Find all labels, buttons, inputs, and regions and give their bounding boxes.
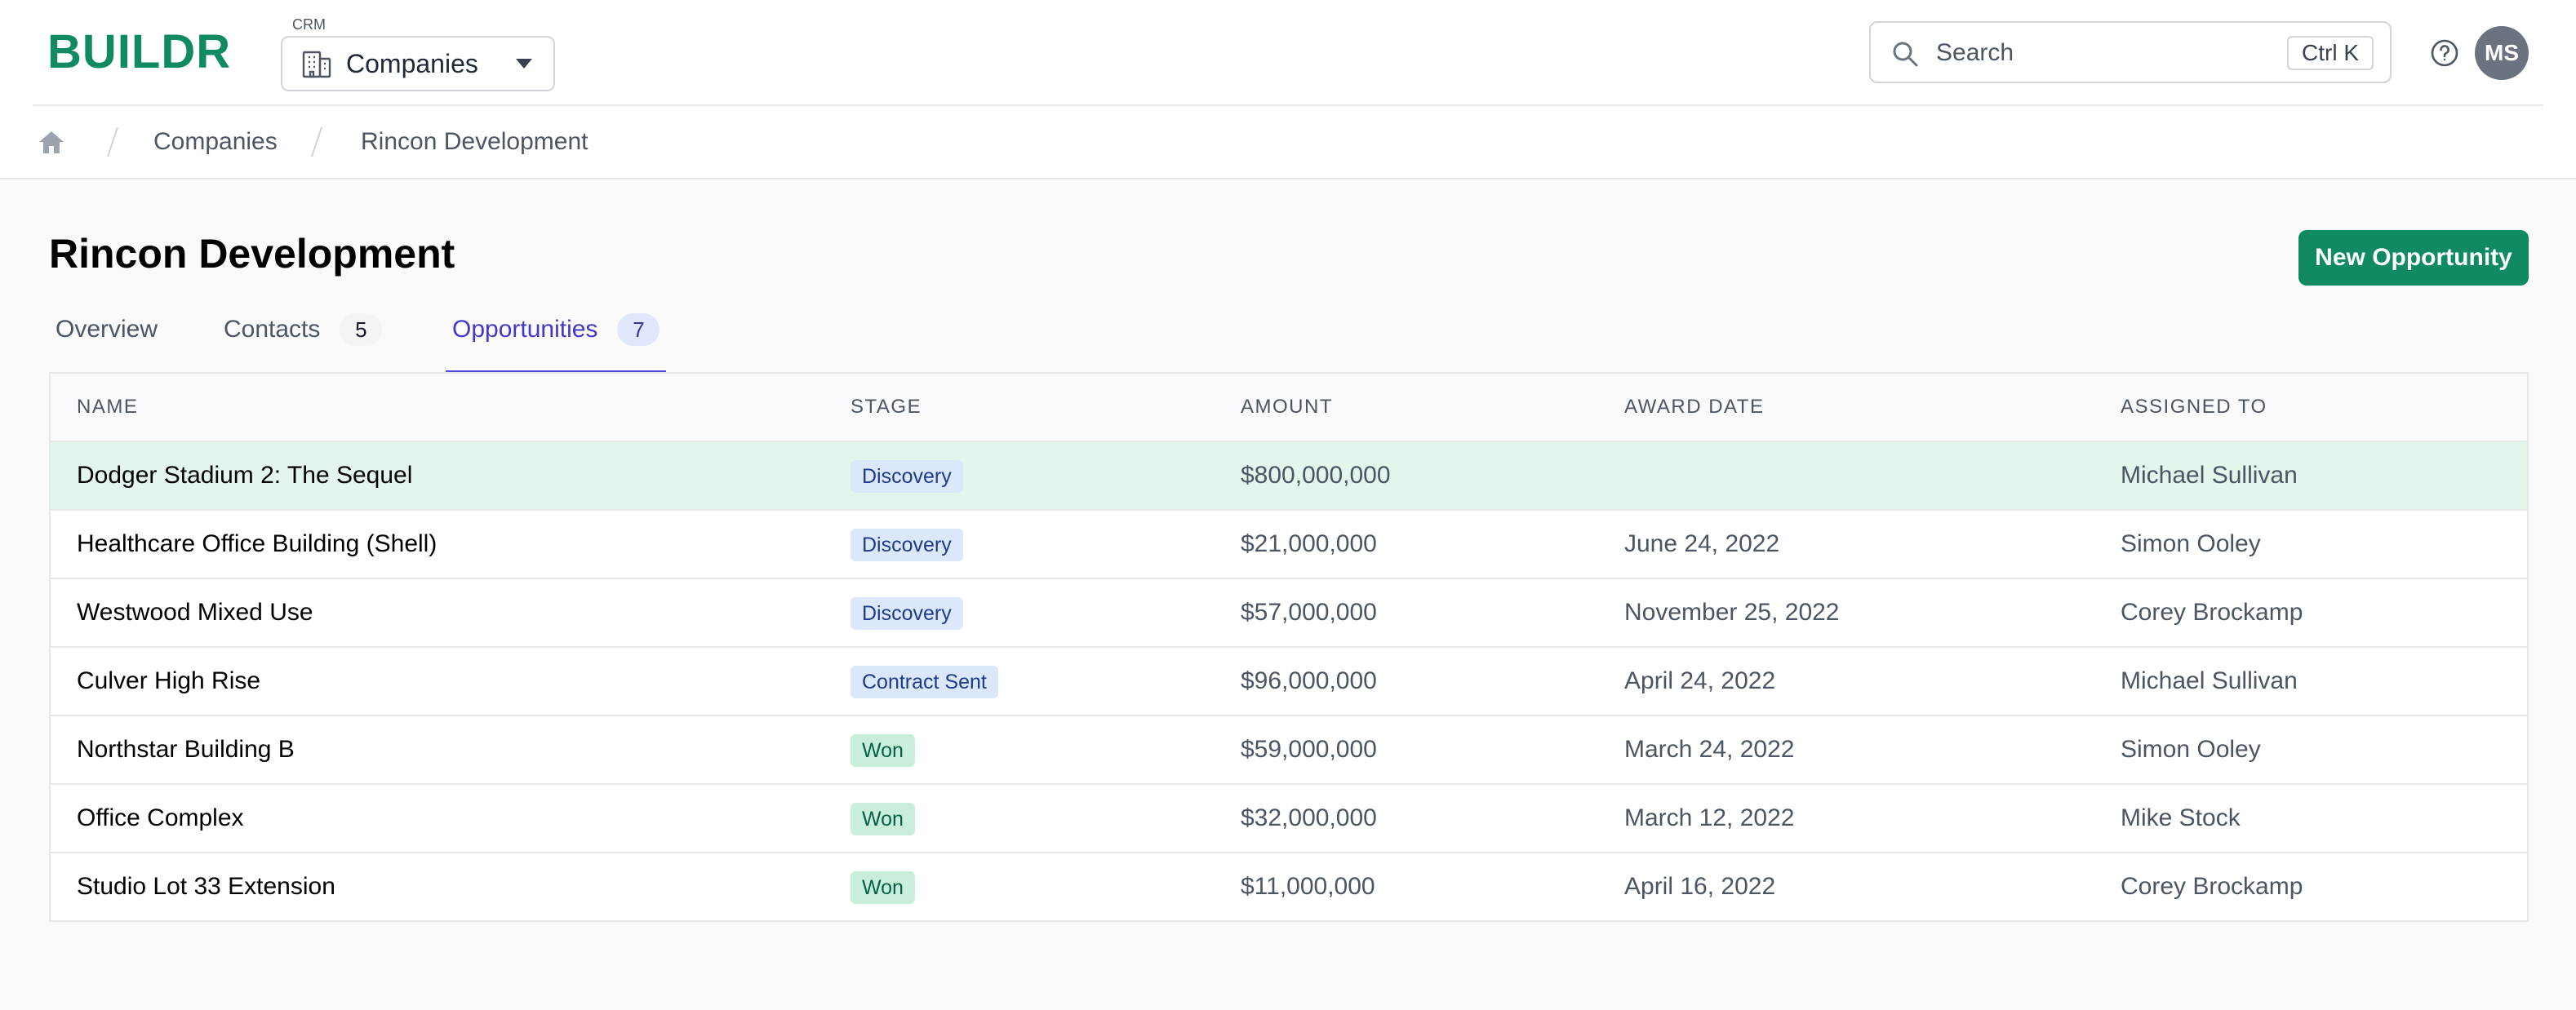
cell-amount: $32,000,000 <box>1241 804 1377 831</box>
table-row[interactable]: Dodger Stadium 2: The Sequel Discovery $80… <box>51 442 2527 511</box>
stage-badge: Discovery <box>851 529 963 562</box>
opportunities-table: NAME STAGE AMOUNT AWARD DATE ASSIGNED TO… <box>49 372 2529 922</box>
tab-opportunities[interactable]: Opportunities 7 <box>446 305 667 374</box>
stage-badge: Won <box>851 734 915 768</box>
cell-award-date: June 24, 2022 <box>1624 530 1780 557</box>
app-logo[interactable]: BUILDR <box>47 23 231 82</box>
cell-amount: $21,000,000 <box>1241 530 1377 557</box>
module-select[interactable]: Companies <box>281 36 555 91</box>
search-input[interactable] <box>1934 34 2261 72</box>
cell-name: Studio Lot 33 Extension <box>77 873 335 900</box>
table-header: NAME STAGE AMOUNT AWARD DATE ASSIGNED TO <box>51 374 2527 442</box>
page-title: Rincon Development <box>49 231 455 277</box>
cell-amount: $57,000,000 <box>1241 599 1377 626</box>
stage-badge: Won <box>851 871 915 905</box>
breadcrumb-item-current[interactable]: Rincon Development <box>361 127 588 157</box>
breadcrumb-separator <box>311 126 322 157</box>
tab-count-badge: 5 <box>340 313 383 346</box>
cell-name: Office Complex <box>77 804 244 831</box>
tab-label: Contacts <box>224 316 321 343</box>
new-opportunity-button[interactable]: New Opportunity <box>2298 230 2529 286</box>
cell-assigned-to: Corey Brockamp <box>2121 873 2303 900</box>
avatar[interactable]: MS <box>2475 26 2529 80</box>
cell-amount: $96,000,000 <box>1241 667 1377 694</box>
tab-label: Opportunities <box>452 316 598 343</box>
tab-overview[interactable]: Overview <box>49 305 164 374</box>
cell-assigned-to: Michael Sullivan <box>2121 667 2298 694</box>
search-icon <box>1890 39 1920 69</box>
cell-name: Westwood Mixed Use <box>77 599 313 626</box>
module-label: CRM <box>292 16 326 33</box>
breadcrumb-item-companies[interactable]: Companies <box>153 127 278 157</box>
cell-name: Dodger Stadium 2: The Sequel <box>77 462 413 489</box>
cell-assigned-to: Mike Stock <box>2121 804 2241 831</box>
top-header: BUILDR CRM Companies Search Ctrl K MS <box>0 0 2576 106</box>
stage-badge: Won <box>851 803 915 836</box>
table-row[interactable]: Culver High Rise Contract Sent $96,000,000… <box>51 648 2527 716</box>
cell-amount: $11,000,000 <box>1241 873 1375 900</box>
column-header-amount[interactable]: AMOUNT <box>1241 374 1333 441</box>
stage-badge: Discovery <box>851 597 963 631</box>
table-row[interactable]: Westwood Mixed Use Discovery $57,000,000 No… <box>51 579 2527 648</box>
cell-award-date: March 24, 2022 <box>1624 736 1795 763</box>
search-shortcut-hint: Ctrl K <box>2287 36 2374 70</box>
help-icon[interactable] <box>2429 38 2460 69</box>
cell-assigned-to: Michael Sullivan <box>2121 462 2298 489</box>
column-header-assigned-to[interactable]: ASSIGNED TO <box>2121 374 2267 441</box>
cell-assigned-to: Corey Brockamp <box>2121 599 2303 626</box>
breadcrumb-separator <box>107 126 118 157</box>
cell-stage: Discovery <box>851 579 963 646</box>
cell-stage: Discovery <box>851 442 963 509</box>
cell-stage: Contract Sent <box>851 648 998 715</box>
table-row[interactable]: Studio Lot 33 Extension Won $11,000,000 Apr… <box>51 853 2527 920</box>
cell-award-date: November 25, 2022 <box>1624 599 1840 626</box>
cell-stage: Won <box>851 716 915 783</box>
stage-badge: Contract Sent <box>851 666 998 699</box>
search-box[interactable]: Ctrl K <box>1869 21 2392 83</box>
cell-assigned-to: Simon Ooley <box>2121 736 2261 763</box>
cell-stage: Won <box>851 785 915 852</box>
table-row[interactable]: Office Complex Won $32,000,000 March 12, 20… <box>51 785 2527 853</box>
column-header-name[interactable]: NAME <box>77 374 138 441</box>
cell-amount: $800,000,000 <box>1241 462 1391 489</box>
cell-award-date: April 16, 2022 <box>1624 873 1776 900</box>
stage-badge: Discovery <box>851 460 963 494</box>
table-body: Dodger Stadium 2: The Sequel Discovery $80… <box>51 442 2527 920</box>
cell-amount: $59,000,000 <box>1241 736 1377 763</box>
table-row[interactable]: Northstar Building B Won $59,000,000 March … <box>51 716 2527 785</box>
cell-award-date: March 12, 2022 <box>1624 804 1795 831</box>
module-select-value: Companies <box>346 48 478 78</box>
chevron-down-icon <box>516 59 532 69</box>
building-icon <box>299 46 335 82</box>
cell-name: Northstar Building B <box>77 736 295 763</box>
tab-label: Overview <box>56 316 158 343</box>
cell-name: Culver High Rise <box>77 667 261 694</box>
column-header-award-date[interactable]: AWARD DATE <box>1624 374 1764 441</box>
cell-name: Healthcare Office Building (Shell) <box>77 530 437 557</box>
cell-award-date: April 24, 2022 <box>1624 667 1776 694</box>
tab-contacts[interactable]: Contacts 5 <box>217 305 389 374</box>
tab-count-badge: 7 <box>617 313 660 346</box>
cell-stage: Won <box>851 853 915 920</box>
breadcrumb: Companies Rincon Development <box>0 106 2576 179</box>
cell-stage: Discovery <box>851 511 963 578</box>
column-header-stage[interactable]: STAGE <box>851 374 922 441</box>
table-row[interactable]: Healthcare Office Building (Shell) Discov… <box>51 511 2527 579</box>
home-icon[interactable] <box>38 129 65 157</box>
cell-assigned-to: Simon Ooley <box>2121 530 2261 557</box>
